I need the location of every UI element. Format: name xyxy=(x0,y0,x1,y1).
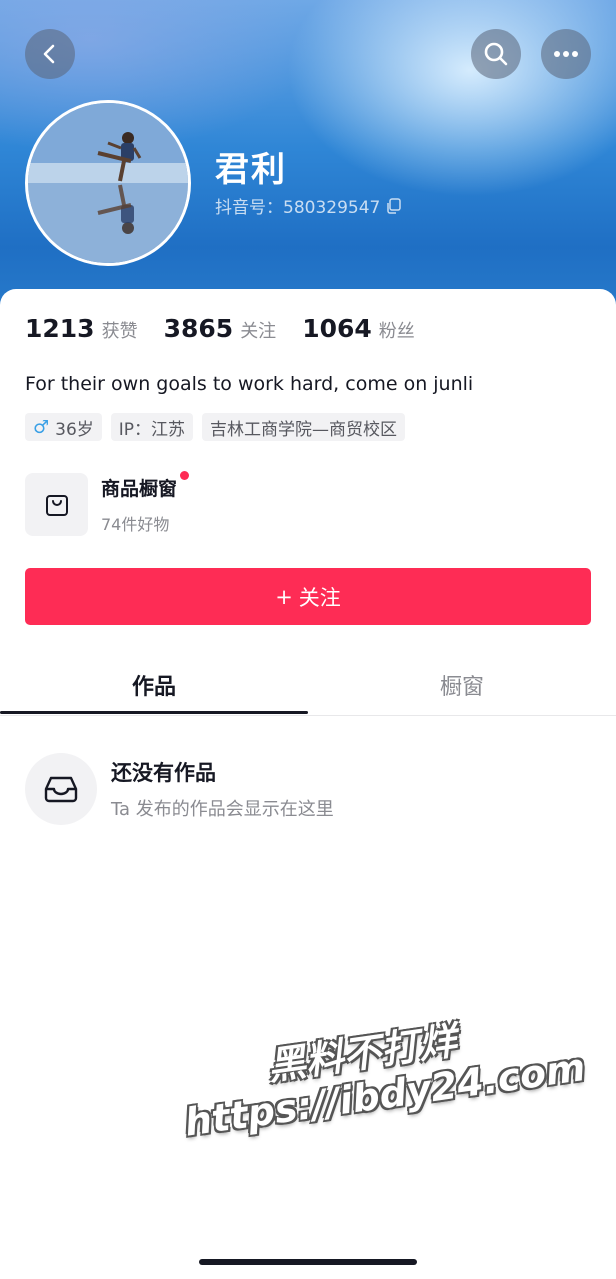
follow-button[interactable]: + 关注 xyxy=(25,568,591,625)
empty-subtitle: Ta 发布的作品会显示在这里 xyxy=(111,799,334,820)
follow-label: 关注 xyxy=(298,585,341,610)
stat-following[interactable]: 3865 关注 xyxy=(164,314,277,343)
active-tab-indicator xyxy=(0,711,308,714)
tag-age: 36岁 xyxy=(55,419,94,440)
tag-gender-age: ♂ 36岁 xyxy=(25,413,102,441)
empty-icon-box xyxy=(25,753,97,825)
profile-name: 君利 xyxy=(215,150,287,190)
home-indicator[interactable] xyxy=(199,1259,417,1265)
stat-followers[interactable]: 1064 粉丝 xyxy=(302,314,415,343)
stat-likes[interactable]: 1213 获赞 xyxy=(25,314,138,343)
stat-value: 1064 xyxy=(302,314,372,343)
empty-title: 还没有作品 xyxy=(111,761,216,785)
tag-ip: IP：江苏 xyxy=(110,413,194,441)
shop-title-text: 商品橱窗 xyxy=(101,478,178,500)
bio-text: For their own goals to work hard, come o… xyxy=(25,373,474,395)
search-icon xyxy=(484,42,508,66)
stats-row: 1213 获赞 3865 关注 1064 粉丝 xyxy=(25,314,441,343)
inbox-tray-icon xyxy=(44,776,78,803)
tab-bar: 作品 橱窗 xyxy=(0,659,616,716)
stat-value: 3865 xyxy=(163,314,234,343)
tab-works[interactable]: 作品 xyxy=(0,659,308,715)
douyin-id[interactable]: 抖音号：580329547 xyxy=(215,193,402,218)
copy-icon[interactable] xyxy=(386,197,402,214)
tag-school[interactable]: 吉林工商学院—商贸校区 xyxy=(202,413,406,441)
back-button[interactable] xyxy=(25,29,75,79)
empty-state: 还没有作品 Ta 发布的作品会显示在这里 xyxy=(25,753,334,825)
notification-dot xyxy=(180,471,190,480)
stat-value: 1213 xyxy=(25,314,95,343)
douyin-id-text: 抖音号：580329547 xyxy=(215,198,381,218)
shop-subtitle: 74件好物 xyxy=(101,515,170,534)
search-button[interactable] xyxy=(471,29,521,79)
more-dots-icon xyxy=(554,51,578,57)
stat-label: 关注 xyxy=(240,321,277,342)
male-icon: ♂ xyxy=(33,416,50,438)
avatar-photo xyxy=(28,103,188,263)
stat-label: 粉丝 xyxy=(378,321,415,342)
shop-title: 商品橱窗 xyxy=(101,471,190,501)
profile-tags: ♂ 36岁 IP：江苏 吉林工商学院—商贸校区 xyxy=(25,413,406,441)
tab-shop-window[interactable]: 橱窗 xyxy=(308,659,616,715)
plus-icon: + xyxy=(275,584,293,609)
shop-window-entry[interactable]: 商品橱窗 74件好物 xyxy=(25,471,190,536)
shopping-bag-icon xyxy=(45,494,68,516)
stat-label: 获赞 xyxy=(101,321,138,342)
avatar[interactable] xyxy=(25,100,191,266)
profile-sheet: 1213 获赞 3865 关注 1064 粉丝 For their own go… xyxy=(0,289,616,1279)
chevron-left-icon xyxy=(43,44,55,64)
shop-icon-box xyxy=(25,473,88,536)
more-button[interactable] xyxy=(541,29,591,79)
